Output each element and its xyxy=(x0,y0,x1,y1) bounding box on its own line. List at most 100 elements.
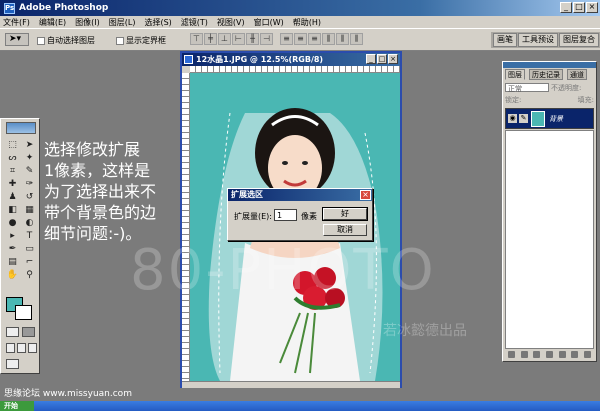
screen-mode-full-menu-icon[interactable] xyxy=(17,343,26,353)
cancel-button[interactable]: 取消 xyxy=(323,224,367,236)
menu-bar: 文件(F) 编辑(E) 图像(I) 图层(L) 选择(S) 滤镜(T) 视图(V… xyxy=(0,16,600,29)
menu-select[interactable]: 选择(S) xyxy=(144,17,171,28)
shape-tool-icon[interactable]: ▭ xyxy=(22,243,37,255)
distribute-hcenter-icon[interactable]: ⫼ xyxy=(336,33,349,45)
crop-tool-icon[interactable]: ⌗ xyxy=(5,165,20,177)
dialog-title-bar[interactable]: 扩展选区 xyxy=(228,189,372,201)
feather-logo-icon[interactable] xyxy=(6,122,36,134)
menu-edit[interactable]: 编辑(E) xyxy=(39,17,66,28)
lasso-tool-icon[interactable]: ᔕ xyxy=(5,152,20,164)
new-group-icon[interactable] xyxy=(558,351,566,358)
zoom-tool-icon[interactable]: ⚲ xyxy=(22,269,37,281)
vertical-ruler[interactable] xyxy=(182,73,190,381)
menu-help[interactable]: 帮助(H) xyxy=(293,17,321,28)
screen-mode-standard-icon[interactable] xyxy=(6,343,15,353)
blur-tool-icon[interactable]: ● xyxy=(5,217,20,229)
link-layers-icon[interactable] xyxy=(507,351,515,358)
background-color-swatch[interactable] xyxy=(15,305,32,320)
doc-minimize-button[interactable]: _ xyxy=(366,54,376,64)
history-brush-tool-icon[interactable]: ↺ xyxy=(22,191,37,203)
panel-title-bar[interactable] xyxy=(503,62,596,68)
expand-amount-input[interactable] xyxy=(274,209,297,221)
move-tool-preset-icon[interactable]: ➤▾ xyxy=(5,33,29,46)
eraser-tool-icon[interactable]: ◧ xyxy=(5,204,20,216)
maximize-button[interactable]: □ xyxy=(573,2,585,13)
lock-fill-row: 锁定: 填充: xyxy=(505,95,594,105)
minimize-button[interactable]: _ xyxy=(560,2,572,13)
distribute-vcenter-icon[interactable]: ≡ xyxy=(294,33,307,45)
new-layer-icon[interactable] xyxy=(571,351,579,358)
align-right-icon[interactable]: ⊣ xyxy=(260,33,273,45)
type-tool-icon[interactable]: T xyxy=(22,230,37,242)
tab-channels[interactable]: 通道 xyxy=(567,69,587,80)
notes-tool-icon[interactable]: ▤ xyxy=(5,256,20,268)
dodge-tool-icon[interactable]: ◐ xyxy=(22,217,37,229)
gradient-tool-icon[interactable]: ▦ xyxy=(22,204,37,216)
quick-mask-mode-icon[interactable] xyxy=(22,327,35,337)
brush-link-icon[interactable]: ✎ xyxy=(519,114,528,123)
move-tool-icon[interactable]: ➤ xyxy=(22,139,37,151)
eyedropper-tool-icon[interactable]: ⌐ xyxy=(22,256,37,268)
align-bottom-icon[interactable]: ⊥ xyxy=(218,33,231,45)
clone-stamp-tool-icon[interactable]: ♟ xyxy=(5,191,20,203)
layer-mask-icon[interactable] xyxy=(533,351,541,358)
menu-layer[interactable]: 图层(L) xyxy=(109,17,136,28)
menu-file[interactable]: 文件(F) xyxy=(3,17,30,28)
close-button[interactable]: × xyxy=(586,2,598,13)
dialog-close-button[interactable]: × xyxy=(360,190,371,200)
auto-select-layer-checkbox[interactable] xyxy=(37,36,45,45)
slice-tool-icon[interactable]: ✎ xyxy=(22,165,37,177)
marquee-tool-icon[interactable]: ⬚ xyxy=(5,139,20,151)
tool-grid: ⬚ ➤ ᔕ ✦ ⌗ ✎ ✚ ✑ ♟ ↺ ◧ ▦ ● ◐ ▸ T ✒ ▭ ▤ ⌐ … xyxy=(5,139,37,281)
doc-close-button[interactable]: × xyxy=(388,54,398,64)
distribute-top-icon[interactable]: ≡ xyxy=(280,33,293,45)
brush-tool-icon[interactable]: ✑ xyxy=(22,178,37,190)
palette-well: 画笔 工具预设 图层复合 xyxy=(491,32,600,48)
distribute-buttons: ≡ ≡ ≡ ⫼ ⫼ ⫼ xyxy=(280,33,363,45)
menu-window[interactable]: 窗口(W) xyxy=(254,17,284,28)
window-title: Adobe Photoshop xyxy=(19,3,109,13)
menu-image[interactable]: 图像(I) xyxy=(75,17,100,28)
distribute-bottom-icon[interactable]: ≡ xyxy=(308,33,321,45)
expand-amount-label: 扩展量(E): xyxy=(234,212,272,221)
healing-brush-tool-icon[interactable]: ✚ xyxy=(5,178,20,190)
layers-footer xyxy=(505,351,594,361)
palette-tab-layer-comps[interactable]: 图层复合 xyxy=(559,33,599,47)
doc-maximize-button[interactable]: □ xyxy=(377,54,387,64)
distribute-left-icon[interactable]: ⫼ xyxy=(322,33,335,45)
magic-wand-tool-icon[interactable]: ✦ xyxy=(22,152,37,164)
show-bounding-box-option[interactable]: 显示定界框 xyxy=(116,35,166,46)
distribute-right-icon[interactable]: ⫼ xyxy=(350,33,363,45)
eye-icon[interactable]: ◉ xyxy=(508,114,517,123)
layer-thumbnail[interactable] xyxy=(531,111,545,127)
adjustment-layer-icon[interactable] xyxy=(545,351,553,358)
align-hcenter-icon[interactable]: ╫ xyxy=(246,33,259,45)
palette-tab-tool-presets[interactable]: 工具预设 xyxy=(518,33,558,47)
layer-list-empty-area[interactable] xyxy=(505,130,594,349)
trash-icon[interactable] xyxy=(584,351,592,358)
blend-mode-select[interactable]: 正常 xyxy=(505,83,549,93)
show-bounding-box-checkbox[interactable] xyxy=(116,36,124,45)
standard-mode-icon[interactable] xyxy=(6,327,19,337)
screen-mode-full-icon[interactable] xyxy=(28,343,37,353)
imageready-jump-icon[interactable] xyxy=(6,359,19,369)
dialog-title: 扩展选区 xyxy=(231,190,263,199)
layer-style-icon[interactable] xyxy=(520,351,528,358)
horizontal-ruler[interactable] xyxy=(190,66,400,73)
menu-view[interactable]: 视图(V) xyxy=(217,17,245,28)
start-button[interactable]: 开始 xyxy=(0,401,34,411)
path-selection-tool-icon[interactable]: ▸ xyxy=(5,230,20,242)
palette-tab-brushes[interactable]: 画笔 xyxy=(493,33,517,47)
forum-credit: 思缘论坛 www.missyuan.com xyxy=(0,388,600,400)
hand-tool-icon[interactable]: ✋ xyxy=(5,269,20,281)
menu-filter[interactable]: 滤镜(T) xyxy=(181,17,208,28)
auto-select-layer-option[interactable]: 自动选择图层 xyxy=(37,35,95,46)
align-vcenter-icon[interactable]: ╪ xyxy=(204,33,217,45)
layer-row-background[interactable]: ◉ ✎ 背景 xyxy=(505,108,594,129)
align-top-icon[interactable]: ⊤ xyxy=(190,33,203,45)
tab-layers[interactable]: 图层 xyxy=(505,69,525,80)
pen-tool-icon[interactable]: ✒ xyxy=(5,243,20,255)
tab-history[interactable]: 历史记录 xyxy=(529,69,563,80)
align-left-icon[interactable]: ⊢ xyxy=(232,33,245,45)
ok-button[interactable]: 好 xyxy=(322,207,368,221)
